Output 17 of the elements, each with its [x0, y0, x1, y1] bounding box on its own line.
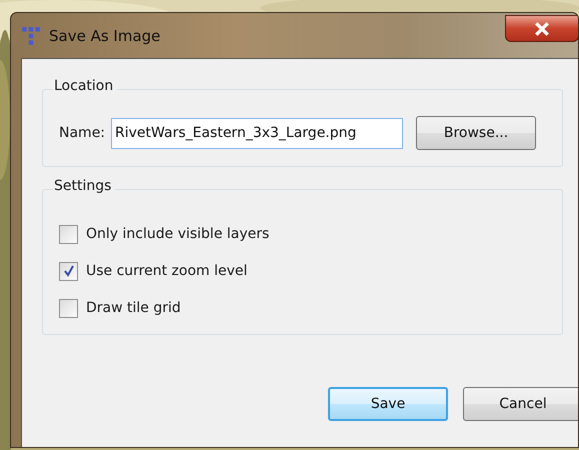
close-icon [534, 22, 550, 36]
checkbox[interactable] [59, 262, 78, 280]
name-field[interactable]: RivetWars_Eastern_3x3_Large.png [111, 118, 404, 148]
grid-icon [21, 26, 41, 46]
checkbox-label: Only include visible layers [86, 226, 270, 242]
field-label: Name: [59, 125, 106, 141]
checkbox[interactable] [59, 224, 78, 244]
checkbox-label: Use current zoom level [86, 263, 248, 279]
browse-button[interactable]: Browse... [416, 116, 536, 150]
dialog-button[interactable]: Save [328, 387, 448, 421]
checkbox[interactable] [59, 298, 78, 318]
dialog-button[interactable]: Cancel [463, 387, 578, 421]
checkbox-label: Draw tile grid [86, 300, 181, 316]
close-button[interactable] [505, 15, 578, 42]
window-title: Save As Image [49, 26, 160, 44]
check-icon [62, 265, 74, 277]
group-title: Settings [53, 178, 116, 194]
